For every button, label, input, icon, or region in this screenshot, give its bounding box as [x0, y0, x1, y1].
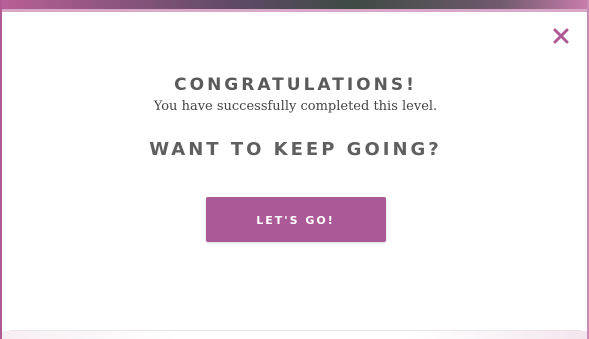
congratulations-heading: CONGRATULATIONS!: [174, 75, 417, 95]
lets-go-button[interactable]: LET'S GO!: [205, 197, 386, 242]
background-strip: [2, 0, 587, 12]
dialog-content: CONGRATULATIONS! You have successfully c…: [10, 75, 581, 242]
congratulations-dialog: CONGRATULATIONS! You have successfully c…: [10, 12, 581, 331]
completion-message: You have successfully completed this lev…: [153, 99, 438, 114]
modal-window: CONGRATULATIONS! You have successfully c…: [0, 0, 589, 339]
keep-going-question: WANT TO KEEP GOING?: [149, 139, 442, 160]
bottom-edge: [2, 331, 587, 339]
close-button[interactable]: [549, 24, 573, 48]
close-icon: [553, 28, 569, 44]
